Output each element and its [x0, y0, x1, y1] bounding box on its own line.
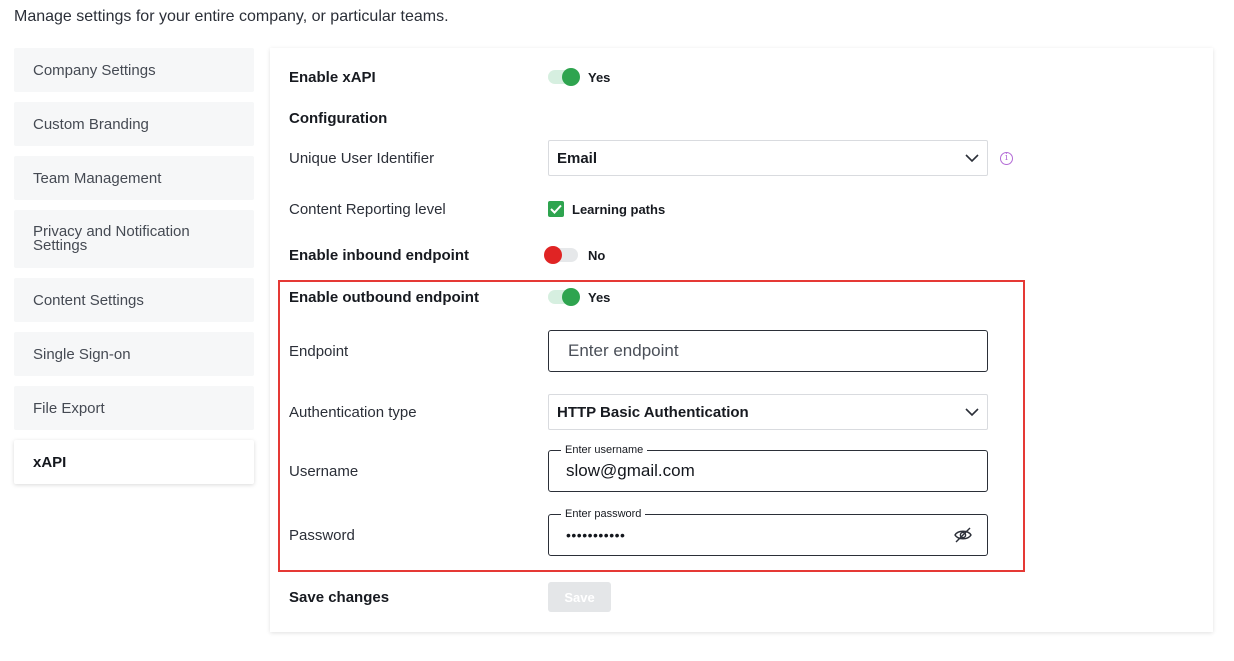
inbound-toggle[interactable]: [544, 246, 578, 264]
inbound-row: Enable inbound endpoint No: [289, 244, 605, 266]
endpoint-input[interactable]: Enter endpoint: [548, 330, 988, 372]
chevron-down-icon: [965, 153, 979, 162]
configuration-row: Configuration: [289, 108, 548, 128]
auth-type-select[interactable]: HTTP Basic Authentication: [548, 394, 988, 430]
endpoint-placeholder: Enter endpoint: [568, 341, 679, 360]
page-description: Manage settings for your entire company,…: [14, 8, 449, 25]
identifier-select-value: Email: [557, 149, 598, 167]
auth-type-label: Authentication type: [289, 403, 417, 421]
settings-sidebar: Company Settings Custom Branding Team Ma…: [14, 48, 254, 494]
reporting-row: Content Reporting level Learning paths: [289, 199, 665, 219]
toggle-knob: [562, 288, 580, 306]
password-input[interactable]: Enter password •••••••••••: [548, 507, 988, 556]
identifier-row: Unique User Identifier Email i: [289, 140, 1013, 176]
endpoint-row: Endpoint Enter endpoint: [289, 330, 988, 372]
configuration-heading: Configuration: [289, 109, 388, 127]
enable-xapi-label: Enable xAPI: [289, 68, 376, 86]
outbound-toggle[interactable]: [548, 288, 580, 306]
endpoint-label: Endpoint: [289, 342, 349, 360]
sidebar-item-custom-branding[interactable]: Custom Branding: [14, 102, 254, 146]
chevron-down-icon: [965, 407, 979, 416]
sidebar-item-company-settings[interactable]: Company Settings: [14, 48, 254, 92]
sidebar-item-content-settings[interactable]: Content Settings: [14, 278, 254, 322]
learning-paths-checkbox[interactable]: [548, 201, 564, 217]
sidebar-item-xapi[interactable]: xAPI: [14, 440, 254, 484]
username-field-label: Enter username: [561, 443, 648, 457]
inbound-label: Enable inbound endpoint: [289, 246, 469, 264]
save-button[interactable]: Save: [548, 582, 611, 612]
eye-off-icon[interactable]: [953, 527, 973, 543]
password-value: •••••••••••: [566, 527, 626, 543]
toggle-knob: [544, 246, 562, 264]
auth-type-select-value: HTTP Basic Authentication: [557, 403, 749, 421]
identifier-select[interactable]: Email: [548, 140, 988, 176]
sidebar-item-single-sign-on[interactable]: Single Sign-on: [14, 332, 254, 376]
learning-paths-label: Learning paths: [572, 201, 666, 217]
enable-xapi-toggle[interactable]: [548, 68, 580, 86]
username-label: Username: [289, 462, 359, 480]
password-row: Password Enter password •••••••••••: [289, 507, 988, 556]
password-label: Password: [289, 526, 355, 544]
enable-xapi-value: Yes: [588, 69, 611, 85]
username-row: Username Enter username slow@gmail.com: [289, 443, 988, 492]
sidebar-item-team-management[interactable]: Team Management: [14, 156, 254, 200]
username-value: slow@gmail.com: [566, 461, 695, 480]
enable-xapi-row: Enable xAPI Yes: [289, 66, 610, 88]
save-row: Save changes Save: [289, 582, 611, 612]
sidebar-item-privacy-notification[interactable]: Privacy and Notification Settings: [14, 210, 254, 268]
outbound-row: Enable outbound endpoint Yes: [289, 286, 610, 308]
info-icon[interactable]: i: [1000, 151, 1013, 165]
username-input[interactable]: Enter username slow@gmail.com: [548, 443, 988, 492]
outbound-value: Yes: [588, 289, 611, 305]
identifier-label: Unique User Identifier: [289, 149, 435, 167]
toggle-knob: [562, 68, 580, 86]
inbound-value: No: [588, 247, 606, 263]
save-changes-label: Save changes: [289, 588, 390, 606]
auth-type-row: Authentication type HTTP Basic Authentic…: [289, 394, 988, 430]
password-field-label: Enter password: [561, 507, 646, 521]
sidebar-item-file-export[interactable]: File Export: [14, 386, 254, 430]
xapi-settings-panel: Enable xAPI Yes Configuration Unique Use…: [270, 48, 1213, 632]
reporting-label: Content Reporting level: [289, 200, 446, 218]
checkmark-icon: [550, 204, 562, 214]
outbound-label: Enable outbound endpoint: [289, 288, 479, 306]
